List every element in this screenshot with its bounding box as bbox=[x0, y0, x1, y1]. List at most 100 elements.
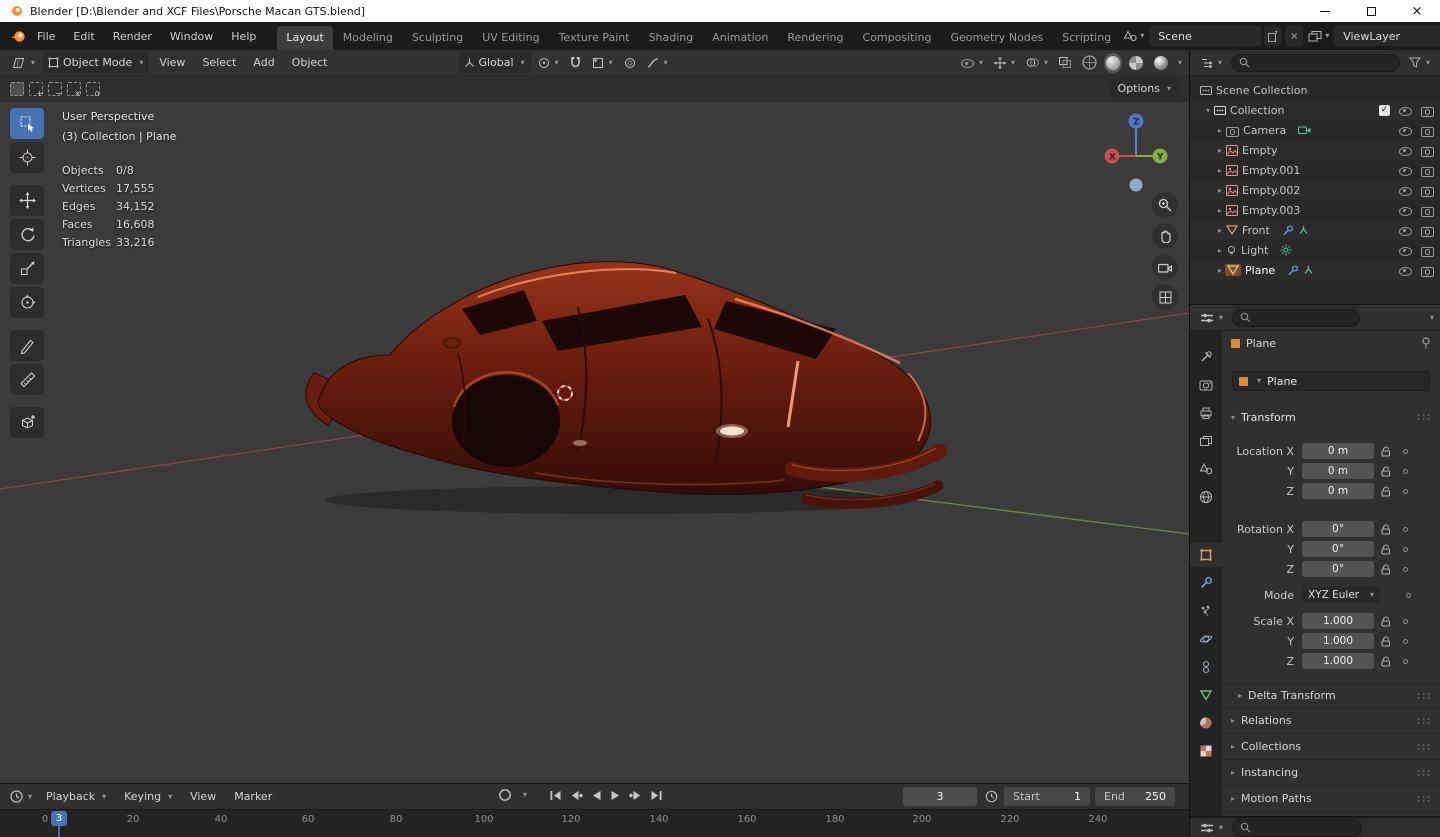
workspace-tab-uv-editing[interactable]: UV Editing bbox=[473, 26, 548, 50]
timeline-ruler[interactable]: 0 20 40 60 80 100 120 140 160 180 200 22… bbox=[0, 809, 1189, 837]
render-visibility-icon[interactable] bbox=[1421, 104, 1434, 117]
xray-toggle[interactable] bbox=[1055, 53, 1075, 73]
hide-eye-icon[interactable] bbox=[1399, 244, 1412, 257]
snap-magnet-icon[interactable] bbox=[566, 53, 585, 73]
menu-object[interactable]: Object bbox=[285, 56, 335, 69]
ortho-toggle-button[interactable] bbox=[1152, 284, 1178, 310]
cursor-tool[interactable] bbox=[10, 142, 44, 173]
lock-icon[interactable] bbox=[1381, 485, 1391, 497]
lock-icon[interactable] bbox=[1381, 445, 1391, 457]
lock-icon[interactable] bbox=[1381, 655, 1391, 667]
pan-hand-button[interactable] bbox=[1152, 223, 1178, 249]
collapse-arrow-icon[interactable]: ▾ bbox=[1206, 106, 1210, 115]
maximize-button[interactable] bbox=[1348, 0, 1394, 22]
select-box-tool[interactable] bbox=[10, 108, 44, 139]
animate-dot[interactable] bbox=[1403, 566, 1408, 572]
transform-orientation-dropdown[interactable]: Global ▾ bbox=[457, 52, 531, 73]
scene-icon[interactable]: ▾ bbox=[1121, 30, 1146, 42]
options-dropdown[interactable]: Options ▾ bbox=[1109, 79, 1179, 98]
tab-output-properties[interactable] bbox=[1190, 401, 1222, 425]
outliner-row-camera[interactable]: ▸ Camera bbox=[1190, 120, 1440, 140]
animate-dot[interactable] bbox=[1403, 526, 1408, 532]
outliner-item-label[interactable]: Empty.001 bbox=[1242, 164, 1300, 177]
animate-dot[interactable] bbox=[1403, 638, 1408, 644]
lock-icon[interactable] bbox=[1381, 615, 1391, 627]
tab-render-properties[interactable] bbox=[1190, 373, 1222, 397]
select-mode-intersect-icon[interactable]: ∩ bbox=[86, 81, 100, 98]
tab-constraint-properties[interactable] bbox=[1190, 655, 1222, 679]
shading-rendered-button[interactable] bbox=[1150, 53, 1172, 73]
outliner-row-collection[interactable]: ▾ Collection bbox=[1190, 100, 1440, 120]
collection-label[interactable]: Collection bbox=[1230, 104, 1284, 117]
scale-y-field[interactable]: 1.000 bbox=[1302, 633, 1374, 649]
expand-arrow-icon[interactable]: ▸ bbox=[1218, 166, 1222, 175]
tab-scene-properties[interactable] bbox=[1190, 457, 1222, 481]
previous-keyframe-button[interactable] bbox=[570, 790, 583, 801]
animate-dot[interactable] bbox=[1403, 488, 1408, 494]
delete-scene-button[interactable]: × bbox=[1285, 26, 1304, 46]
scale-tool[interactable] bbox=[10, 253, 44, 284]
viewlayer-icon[interactable]: ▾ bbox=[1306, 30, 1331, 42]
jump-to-start-button[interactable] bbox=[549, 790, 562, 801]
blender-menu-icon[interactable] bbox=[8, 30, 28, 43]
outliner-row-plane[interactable]: ▸ Plane bbox=[1190, 260, 1440, 280]
strip-search-input[interactable] bbox=[1232, 818, 1363, 837]
viewport-3d[interactable]: ▾ Object Mode ▾ View Select Add Object G… bbox=[0, 50, 1189, 783]
scale-x-field[interactable]: 1.000 bbox=[1302, 613, 1374, 629]
animate-dot[interactable] bbox=[1403, 448, 1408, 454]
outliner-row-light[interactable]: ▸ Light bbox=[1190, 240, 1440, 260]
object-name-field[interactable]: ▾ Plane bbox=[1232, 371, 1430, 391]
render-visibility-icon[interactable] bbox=[1421, 184, 1434, 197]
panel-grip-icon[interactable] bbox=[1416, 768, 1431, 777]
expand-arrow-icon[interactable]: ▸ bbox=[1218, 126, 1222, 135]
menu-render[interactable]: Render bbox=[104, 22, 161, 50]
hide-eye-icon[interactable] bbox=[1399, 264, 1412, 277]
transform-panel-header[interactable]: ▾ Transform bbox=[1222, 405, 1440, 429]
animate-dot[interactable] bbox=[1406, 592, 1411, 598]
tab-tool[interactable] bbox=[1190, 345, 1222, 369]
tab-texture-properties[interactable] bbox=[1190, 739, 1222, 763]
workspace-tab-rendering[interactable]: Rendering bbox=[778, 26, 852, 50]
workspace-tab-sculpting[interactable]: Sculpting bbox=[403, 26, 472, 50]
panel-grip-icon[interactable] bbox=[1416, 413, 1431, 421]
expand-arrow-icon[interactable]: ▸ bbox=[1218, 206, 1222, 215]
scale-z-field[interactable]: 1.000 bbox=[1302, 653, 1374, 669]
animate-dot[interactable] bbox=[1403, 618, 1408, 624]
expand-arrow-icon[interactable]: ▸ bbox=[1218, 146, 1222, 155]
shading-solid-button[interactable] bbox=[1103, 52, 1122, 73]
tab-particle-properties[interactable] bbox=[1190, 599, 1222, 623]
menu-keying[interactable]: Keying ▾ bbox=[116, 790, 180, 803]
play-button[interactable] bbox=[610, 790, 621, 801]
menu-add[interactable]: Add bbox=[246, 56, 281, 69]
move-tool[interactable] bbox=[10, 185, 44, 216]
location-x-field[interactable]: 0 m bbox=[1302, 443, 1374, 459]
panel-delta-transform[interactable]: ▸ Delta Transform bbox=[1222, 683, 1440, 707]
lock-icon[interactable] bbox=[1381, 465, 1391, 477]
playhead-marker[interactable]: 3 bbox=[51, 811, 67, 826]
menu-view[interactable]: View bbox=[152, 56, 192, 69]
panel-collections[interactable]: ▸ Collections bbox=[1222, 733, 1440, 759]
measure-tool[interactable] bbox=[10, 364, 44, 395]
tab-object-data-properties[interactable] bbox=[1190, 683, 1222, 707]
shading-dropdown-chevron[interactable]: ▾ bbox=[1178, 58, 1182, 67]
filter-funnel-icon[interactable]: ▾ bbox=[1405, 53, 1434, 73]
rotation-y-field[interactable]: 0° bbox=[1302, 541, 1374, 557]
expand-arrow-icon[interactable]: ▸ bbox=[1218, 246, 1222, 255]
outliner-row-empty-002[interactable]: ▸ Empty.002 bbox=[1190, 180, 1440, 200]
workspace-tab-layout[interactable]: Layout bbox=[277, 26, 333, 50]
collection-checkbox[interactable] bbox=[1379, 104, 1390, 116]
overlays-dropdown[interactable]: ▾ bbox=[1022, 53, 1052, 73]
menu-select[interactable]: Select bbox=[195, 56, 243, 69]
panel-relations[interactable]: ▸ Relations bbox=[1222, 707, 1440, 733]
render-visibility-icon[interactable] bbox=[1421, 224, 1434, 237]
menu-edit[interactable]: Edit bbox=[64, 22, 103, 50]
render-visibility-icon[interactable] bbox=[1421, 244, 1434, 257]
playhead-line[interactable] bbox=[58, 826, 60, 837]
workspace-tab-animation[interactable]: Animation bbox=[703, 26, 777, 50]
editor-type-properties-icon[interactable]: ▾ bbox=[1196, 818, 1227, 837]
editor-type-outliner-icon[interactable]: ▾ bbox=[1196, 53, 1226, 73]
tab-object-properties[interactable] bbox=[1190, 543, 1222, 567]
properties-search-input[interactable] bbox=[1232, 308, 1361, 327]
use-preview-range-icon[interactable] bbox=[985, 790, 998, 803]
snap-target-dropdown[interactable]: ▾ bbox=[588, 53, 617, 73]
